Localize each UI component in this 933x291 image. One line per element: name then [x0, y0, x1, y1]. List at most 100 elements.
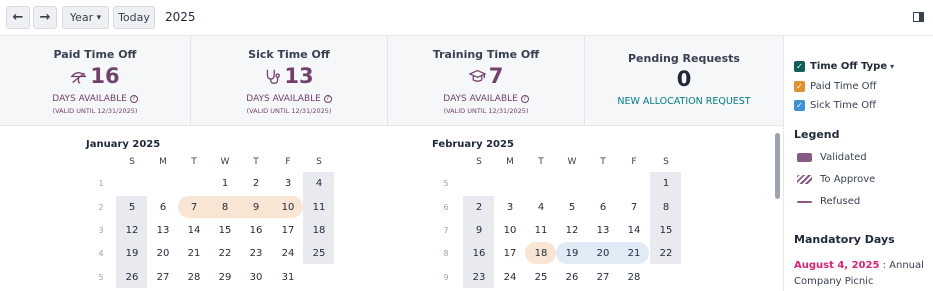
umbrella-icon [70, 71, 88, 83]
calendar-day[interactable]: 14 [622, 225, 646, 236]
help-icon[interactable]: ? [520, 94, 529, 103]
calendar-day[interactable]: 24 [498, 272, 522, 283]
calendar-day[interactable]: 18 [529, 248, 553, 259]
calendar-day[interactable]: 7 [622, 202, 646, 213]
weekday-label: T [253, 157, 259, 167]
month-title: January 2025 [86, 139, 161, 150]
calendar-day[interactable]: 11 [307, 202, 331, 213]
previous-button[interactable]: ← [6, 6, 30, 29]
calendar-day[interactable]: 19 [120, 248, 144, 259]
calendar-day[interactable]: 5 [120, 202, 144, 213]
calendar-day[interactable]: 7 [182, 202, 206, 213]
calendar-day[interactable]: 8 [213, 202, 237, 213]
calendar-day[interactable]: 15 [213, 225, 237, 236]
validity-label: (VALID UNTIL 12/31/2025) [52, 107, 138, 115]
help-icon[interactable]: ? [129, 94, 138, 103]
stethoscope-icon [267, 69, 281, 84]
calendar-day[interactable]: 3 [498, 202, 522, 213]
checkbox[interactable]: ✓ [794, 61, 805, 72]
weekday-label: T [191, 157, 197, 167]
calendar-day[interactable]: 12 [120, 225, 144, 236]
filter-paid-time-off[interactable]: ✓ Paid Time Off [794, 81, 876, 92]
calendar-day[interactable]: 17 [498, 248, 522, 259]
help-icon[interactable]: ? [323, 94, 332, 103]
calendar-day[interactable]: 4 [307, 178, 331, 189]
new-allocation-request-link[interactable]: NEW ALLOCATION REQUEST [585, 96, 783, 107]
calendar-day[interactable]: 22 [654, 248, 678, 259]
calendar-day[interactable]: 29 [213, 272, 237, 283]
checkbox[interactable]: ✓ [794, 100, 805, 111]
calendar-day[interactable]: 16 [467, 248, 491, 259]
calendar-day[interactable]: 28 [622, 272, 646, 283]
calendar-day[interactable]: 6 [591, 202, 615, 213]
calendar-day[interactable]: 13 [151, 225, 175, 236]
sick-time-off-card[interactable]: Sick Time Off 13 DAYS AVAILABLE ? (VALID… [191, 36, 388, 126]
filter-sick-time-off[interactable]: ✓ Sick Time Off [794, 100, 876, 111]
calendar-day[interactable]: 2 [244, 178, 268, 189]
legend-validated: Validated [797, 152, 867, 163]
calendar-day[interactable]: 21 [182, 248, 206, 259]
today-button[interactable]: Today [113, 6, 155, 29]
calendar-day[interactable]: 3 [276, 178, 300, 189]
year-calendar: January 2025 S M T W T F S 1 1 2 3 4 2 5 6 7 8 9 10 11 3 12 13 1… [0, 127, 783, 291]
calendar-day[interactable]: 6 [151, 202, 175, 213]
calendar-day[interactable]: 25 [529, 272, 553, 283]
training-time-off-card[interactable]: Training Time Off 7 DAYS AVAILABLE ? (VA… [388, 36, 585, 126]
calendar-day[interactable]: 20 [591, 248, 615, 259]
calendar-day[interactable]: 31 [276, 272, 300, 283]
current-period-label: 2025 [165, 10, 196, 24]
card-title: Pending Requests [628, 52, 740, 65]
calendar-day[interactable]: 18 [307, 225, 331, 236]
calendar-day[interactable]: 15 [654, 225, 678, 236]
calendar-day[interactable]: 21 [622, 248, 646, 259]
mandatory-day-date: August 4, 2025 [794, 260, 880, 271]
calendar-day[interactable]: 24 [276, 248, 300, 259]
caret-down-icon: ▾ [890, 62, 895, 71]
calendar-day[interactable]: 19 [560, 248, 584, 259]
next-button[interactable]: → [33, 6, 57, 29]
paid-time-off-card[interactable]: Paid Time Off 16 DAYS AVAILABLE ? (VALID… [0, 36, 191, 126]
to-approve-swatch [797, 175, 812, 184]
weekday-label: F [285, 157, 291, 167]
calendar-day[interactable]: 5 [560, 202, 584, 213]
calendar-day[interactable]: 4 [529, 202, 553, 213]
calendar-day[interactable]: 10 [276, 202, 300, 213]
calendar-day[interactable]: 16 [244, 225, 268, 236]
legend-to-approve: To Approve [797, 174, 875, 185]
calendar-day[interactable]: 22 [213, 248, 237, 259]
pending-count: 0 [676, 67, 692, 91]
scale-dropdown[interactable]: Year ▾ [62, 6, 109, 29]
calendar-day[interactable]: 10 [498, 225, 522, 236]
calendar-day[interactable]: 11 [529, 225, 553, 236]
time-off-summary: Paid Time Off 16 DAYS AVAILABLE ? (VALID… [0, 36, 783, 126]
calendar-day[interactable]: 9 [467, 225, 491, 236]
calendar-day[interactable]: 30 [244, 272, 268, 283]
calendar-day[interactable]: 9 [244, 202, 268, 213]
calendar-day[interactable]: 26 [120, 272, 144, 283]
calendar-day[interactable]: 1 [213, 178, 237, 189]
filter-time-off-type[interactable]: ✓ Time Off Type ▾ [794, 61, 894, 72]
checkbox[interactable]: ✓ [794, 81, 805, 92]
filter-label: Time Off Type [810, 61, 888, 72]
calendar-day[interactable]: 27 [591, 272, 615, 283]
calendar-day[interactable]: 23 [467, 272, 491, 283]
calendar-day[interactable]: 20 [151, 248, 175, 259]
calendar-day[interactable]: 12 [560, 225, 584, 236]
days-count: 13 [284, 64, 314, 88]
week-number: 2 [98, 203, 104, 212]
calendar-day[interactable]: 13 [591, 225, 615, 236]
calendar-day[interactable]: 25 [307, 248, 331, 259]
legend-label: Refused [820, 196, 861, 207]
scrollbar-thumb[interactable] [775, 133, 780, 199]
calendar-day[interactable]: 1 [654, 178, 678, 189]
calendar-day[interactable]: 2 [467, 202, 491, 213]
calendar-day[interactable]: 23 [244, 248, 268, 259]
calendar-day[interactable]: 26 [560, 272, 584, 283]
week-number: 8 [443, 249, 449, 258]
calendar-day[interactable]: 14 [182, 225, 206, 236]
side-panel-toggle-icon[interactable] [913, 12, 924, 22]
calendar-day[interactable]: 27 [151, 272, 175, 283]
calendar-day[interactable]: 8 [654, 202, 678, 213]
calendar-day[interactable]: 17 [276, 225, 300, 236]
calendar-day[interactable]: 28 [182, 272, 206, 283]
